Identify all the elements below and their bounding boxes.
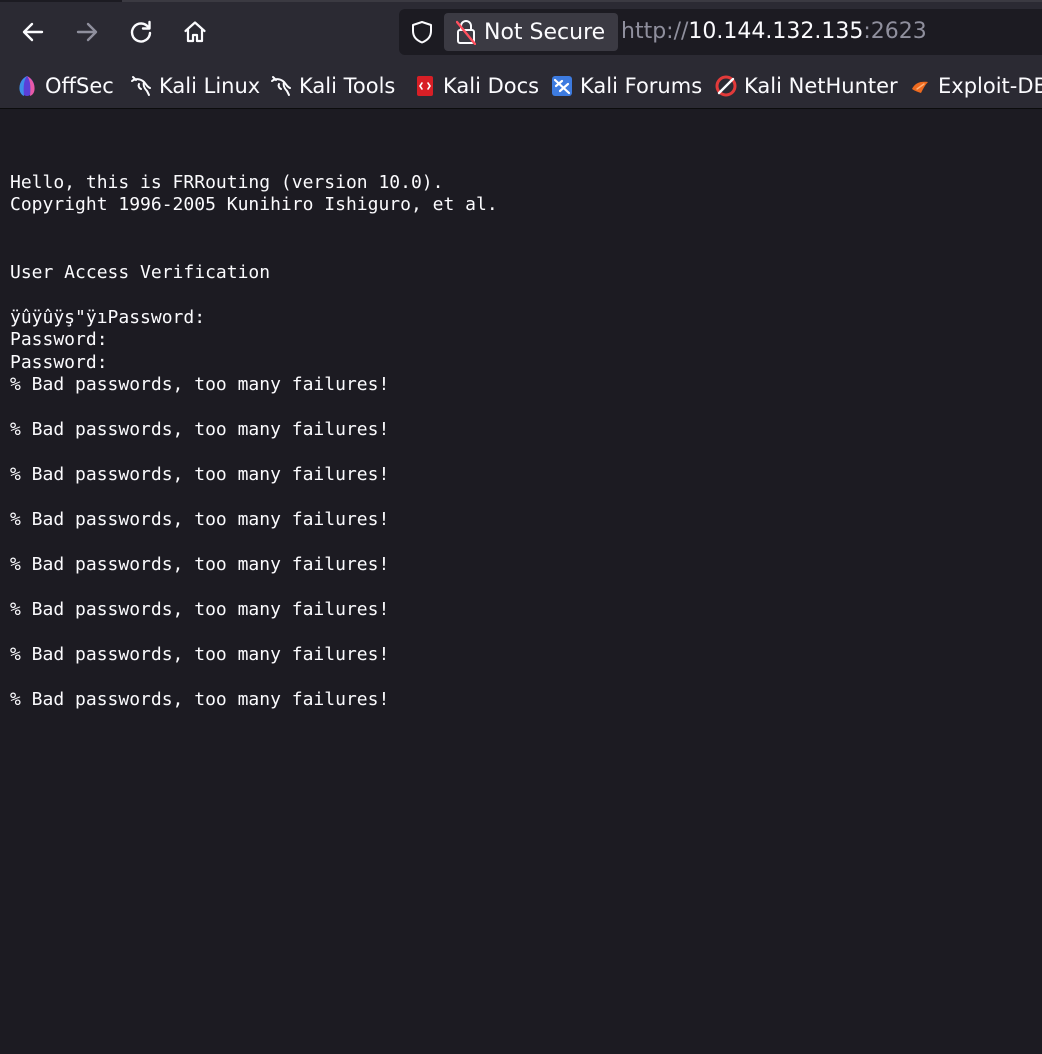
back-button[interactable] xyxy=(15,14,51,50)
exploitdb-icon xyxy=(909,75,931,97)
browser-toolbar: Not Secure http://10.144.132.135:2623 xyxy=(0,0,1042,64)
bookmark-label: OffSec xyxy=(45,74,114,98)
page-content: Hello, this is FRRouting (version 10.0).… xyxy=(0,109,1042,1054)
forward-button[interactable] xyxy=(69,14,105,50)
offsec-icon xyxy=(16,75,38,97)
bookmark-label: Kali NetHunter xyxy=(744,74,898,98)
terminal-line xyxy=(10,442,498,465)
bookmark-label: Kali Forums xyxy=(580,74,702,98)
window-top-edge xyxy=(0,0,1042,2)
terminal-line: Copyright 1996-2005 Kunihiro Ishiguro, e… xyxy=(10,194,498,217)
tab-strip-edge xyxy=(0,0,122,2)
terminal-line xyxy=(10,149,498,172)
url-scheme: http:// xyxy=(621,19,688,44)
terminal-line: % Bad passwords, too many failures! xyxy=(10,599,498,622)
bookmark-label: Kali Docs xyxy=(443,74,539,98)
terminal-line: % Bad passwords, too many failures! xyxy=(10,419,498,442)
home-button[interactable] xyxy=(177,14,213,50)
terminal-line: % Bad passwords, too many failures! xyxy=(10,554,498,577)
bookmarks-toolbar: OffSec Kali Linux Kali Tools Kali Docs K… xyxy=(0,64,1042,109)
terminal-line xyxy=(10,577,498,600)
terminal-line: % Bad passwords, too many failures! xyxy=(10,374,498,397)
terminal-line: ÿûÿûÿş"ÿı Password: xyxy=(10,307,498,330)
bookmark-label: Exploit-DB xyxy=(938,74,1042,98)
kali-docs-icon xyxy=(414,75,436,97)
address-bar[interactable]: Not Secure http://10.144.132.135:2623 xyxy=(399,9,1042,55)
tracking-protection-shield-icon[interactable] xyxy=(409,20,435,44)
terminal-line: User Access Verification xyxy=(10,262,498,285)
url-host: 10.144.132.135 xyxy=(688,19,863,44)
arrow-right-icon xyxy=(74,19,100,45)
bookmark-kali-docs[interactable]: Kali Docs xyxy=(414,72,539,100)
bookmark-kali-nethunter[interactable]: Kali NetHunter xyxy=(715,72,898,100)
terminal-line: % Bad passwords, too many failures! xyxy=(10,464,498,487)
terminal-line xyxy=(10,397,498,420)
reload-button[interactable] xyxy=(123,14,159,50)
kali-forums-icon xyxy=(551,75,573,97)
bookmark-label: Kali Linux xyxy=(159,74,260,98)
terminal-line xyxy=(10,284,498,307)
terminal-line xyxy=(10,622,498,645)
bookmark-offsec[interactable]: OffSec xyxy=(16,72,114,100)
bookmark-kali-tools[interactable]: Kali Tools xyxy=(270,72,395,100)
arrow-left-icon xyxy=(20,19,46,45)
url-text[interactable]: http://10.144.132.135:2623 xyxy=(621,17,927,47)
site-security-indicator[interactable]: Not Secure xyxy=(444,13,618,51)
kali-dragon-icon xyxy=(270,75,292,97)
terminal-line xyxy=(10,487,498,510)
terminal-line: % Bad passwords, too many failures! xyxy=(10,644,498,667)
nethunter-icon xyxy=(715,75,737,97)
terminal-line xyxy=(10,667,498,690)
bookmark-label: Kali Tools xyxy=(299,74,395,98)
terminal-line xyxy=(10,217,498,240)
kali-dragon-icon xyxy=(130,75,152,97)
not-secure-label: Not Secure xyxy=(484,20,605,45)
bookmark-kali-forums[interactable]: Kali Forums xyxy=(551,72,702,100)
terminal-line: Password: xyxy=(10,329,498,352)
insecure-lock-icon xyxy=(456,19,476,45)
terminal-line: Password: xyxy=(10,352,498,375)
terminal-line: % Bad passwords, too many failures! xyxy=(10,689,498,712)
terminal-line xyxy=(10,532,498,555)
terminal-line: Hello, this is FRRouting (version 10.0). xyxy=(10,172,498,195)
reload-icon xyxy=(128,19,154,45)
terminal-line xyxy=(10,239,498,262)
bookmark-exploit-db[interactable]: Exploit-DB xyxy=(909,72,1042,100)
telnet-output: Hello, this is FRRouting (version 10.0).… xyxy=(10,149,498,712)
home-icon xyxy=(182,19,208,45)
url-port: :2623 xyxy=(863,19,926,44)
bookmark-kali-linux[interactable]: Kali Linux xyxy=(130,72,260,100)
terminal-line: % Bad passwords, too many failures! xyxy=(10,509,498,532)
